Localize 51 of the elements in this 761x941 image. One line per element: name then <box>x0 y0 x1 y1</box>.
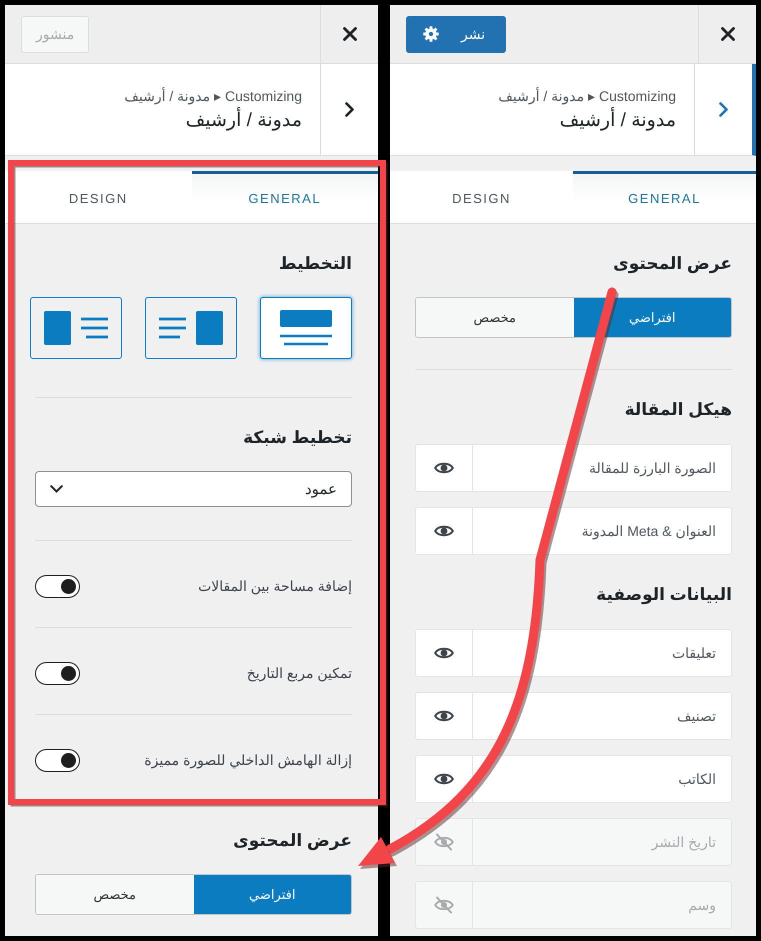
row-label: تاريخ النشر <box>652 834 716 850</box>
segment-option[interactable]: افتراضي <box>194 875 351 914</box>
layout-option[interactable] <box>30 297 122 359</box>
toggle-switch[interactable] <box>35 574 80 598</box>
section-heading: تخطيط شبكة <box>242 427 352 449</box>
section-heading: عرض المحتوى <box>232 830 352 852</box>
section-heading: التخطيط <box>278 253 352 275</box>
gear-icon <box>423 26 439 42</box>
toggle-label: إضافة مساحة بين المقالات <box>198 577 352 596</box>
close-icon <box>720 27 734 41</box>
row-label: الصورة البارزة للمقالة <box>588 460 716 476</box>
toggle-switch[interactable] <box>35 662 80 684</box>
section-title: مدونة / أرشيف <box>560 106 676 136</box>
toggle-label: إزالة الهامش الداخلي للصورة مميزة <box>144 751 352 770</box>
close-icon <box>342 27 356 41</box>
chevron-icon <box>345 102 354 117</box>
sortable-row[interactable]: تصنيف <box>415 692 732 740</box>
chevron-icon <box>719 102 728 117</box>
sortable-row[interactable]: العنوان & Meta المدونة <box>415 507 732 555</box>
eye-icon <box>434 709 454 723</box>
eye-icon <box>434 524 454 538</box>
select-field[interactable]: عمود <box>35 471 352 507</box>
sortable-row[interactable]: الكاتب <box>415 755 732 803</box>
layout-option[interactable] <box>145 297 237 359</box>
publish-button[interactable]: نشر <box>406 16 506 52</box>
sortable-row[interactable]: الصورة البارزة للمقالة <box>415 444 732 492</box>
section-heading: عرض المحتوى <box>612 253 732 276</box>
eye-icon <box>434 646 454 660</box>
toggle-switch[interactable] <box>35 748 80 772</box>
segment-option[interactable]: افتراضي <box>574 298 731 337</box>
image-left-layout-icon <box>44 311 108 345</box>
row-label: تصنيف <box>677 708 716 724</box>
sortable-row[interactable]: تعليقات <box>415 629 732 677</box>
eye-icon <box>434 461 454 475</box>
eye-icon <box>434 772 454 786</box>
row-label: الكاتب <box>678 770 716 788</box>
chevron-down-icon <box>50 485 63 493</box>
row-label: تعليقات <box>672 644 716 662</box>
image-top-layout-icon <box>280 310 332 346</box>
eye-slash-icon <box>434 896 454 914</box>
row-label: وسم <box>688 896 716 914</box>
section-heading: البيانات الوصفية <box>595 584 732 606</box>
image-right-layout-icon <box>159 311 223 345</box>
breadcrumb-text: Customizing ▸ مدونة / أرشيف <box>498 86 676 106</box>
section-title: مدونة / أرشيف <box>186 106 302 136</box>
section-heading: هيكل المقالة <box>624 399 732 421</box>
layout-option[interactable] <box>260 297 352 359</box>
row-label: العنوان & Meta المدونة <box>582 522 716 540</box>
toggle-label: تمكين مربع التاريخ <box>246 664 352 683</box>
breadcrumb-text: Customizing ▸ مدونة / أرشيف <box>124 86 302 106</box>
eye-slash-icon <box>434 833 454 851</box>
